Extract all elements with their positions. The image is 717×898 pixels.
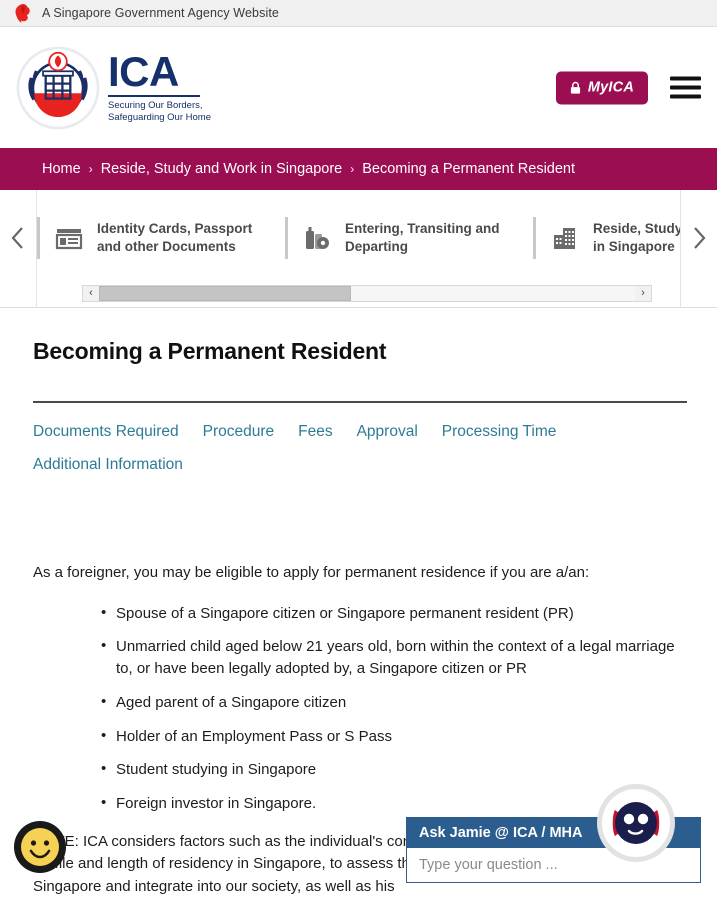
- anchor-link-approval[interactable]: Approval: [357, 423, 418, 441]
- site-header: ICA Securing Our Borders, Safeguarding O…: [0, 27, 717, 148]
- anchor-link-fees[interactable]: Fees: [298, 423, 332, 441]
- hamburger-bar: [670, 85, 701, 90]
- carousel-item-label-line2: in Singapore: [593, 239, 675, 254]
- anchor-link-additional-information[interactable]: Additional Information: [33, 456, 183, 474]
- chevron-right-icon: [694, 227, 706, 249]
- list-item: Unmarried child aged below 21 years old,…: [101, 635, 676, 680]
- hamburger-bar: [670, 76, 701, 81]
- page-title: Becoming a Permanent Resident: [33, 338, 387, 364]
- carousel-item-label-line1: Reside, Study and Work: [593, 220, 681, 236]
- id-card-icon: [54, 223, 84, 253]
- scrollbar-right-arrow-icon[interactable]: ›: [635, 288, 651, 299]
- breadcrumb-separator-icon: ›: [350, 162, 355, 176]
- category-carousel: Identity Cards, Passport and other Docum…: [0, 190, 717, 308]
- carousel-item-reside-study-work[interactable]: Reside, Study and Work in Singapore: [533, 217, 681, 259]
- building-icon: [550, 223, 580, 253]
- government-banner-text: A Singapore Government Agency Website: [42, 6, 279, 20]
- ica-wordmark-text: ICA: [108, 48, 179, 96]
- list-item: Holder of an Employment Pass or S Pass: [101, 725, 676, 748]
- carousel-scrollbar[interactable]: ‹ ›: [82, 285, 652, 302]
- eligibility-list: Spouse of a Singapore citizen or Singapo…: [33, 602, 687, 815]
- lock-icon: [570, 81, 580, 94]
- carousel-viewport: Identity Cards, Passport and other Docum…: [36, 190, 681, 308]
- scrollbar-track[interactable]: [99, 286, 635, 301]
- header-actions: MyICA: [555, 71, 701, 104]
- list-item: Aged parent of a Singapore citizen: [101, 691, 676, 714]
- carousel-next-button[interactable]: [681, 190, 717, 286]
- list-item: Spouse of a Singapore citizen or Singapo…: [101, 602, 676, 625]
- robot-avatar-icon: [612, 802, 660, 844]
- ica-tagline-line1: Securing Our Borders,: [108, 100, 203, 112]
- list-item: Foreign investor in Singapore.: [101, 792, 676, 815]
- smiley-face-icon: [21, 828, 59, 866]
- carousel-item-label: Identity Cards, Passport and other Docum…: [97, 220, 252, 256]
- ica-wordmark: ICA Securing Our Borders, Safeguarding O…: [108, 48, 211, 124]
- carousel-item-label-line2: Departing: [345, 239, 409, 254]
- carousel-item-label: Entering, Transiting and Departing: [345, 220, 500, 256]
- myica-button[interactable]: MyICA: [555, 71, 648, 104]
- hamburger-menu-icon[interactable]: [670, 76, 701, 99]
- carousel-item-identity-cards[interactable]: Identity Cards, Passport and other Docum…: [37, 217, 285, 259]
- wordmark-divider: [108, 95, 200, 98]
- carousel-item-label: Reside, Study and Work in Singapore: [593, 220, 681, 256]
- luggage-icon: [302, 223, 332, 253]
- anchor-link-list: Documents Required Procedure Fees Approv…: [33, 423, 593, 474]
- myica-button-label: MyICA: [587, 79, 634, 96]
- carousel-item-label-line1: Entering, Transiting and: [345, 220, 500, 236]
- scrollbar-thumb[interactable]: [99, 286, 351, 301]
- anchor-link-procedure[interactable]: Procedure: [203, 423, 275, 441]
- hamburger-bar: [670, 94, 701, 99]
- intro-paragraph: As a foreigner, you may be eligible to a…: [33, 564, 590, 581]
- government-banner: A Singapore Government Agency Website: [0, 0, 717, 27]
- breadcrumb-separator-icon: ›: [88, 162, 93, 176]
- breadcrumb-item-reside-study-work[interactable]: Reside, Study and Work in Singapore: [101, 161, 343, 177]
- chatbot-widget: Ask Jamie @ ICA / MHA: [407, 784, 700, 882]
- ica-crest-icon: [16, 46, 100, 129]
- ica-logo[interactable]: ICA Securing Our Borders, Safeguarding O…: [14, 44, 211, 132]
- feedback-button[interactable]: [14, 821, 66, 873]
- singapore-lion-head-icon: [15, 4, 30, 23]
- scrollbar-left-arrow-icon[interactable]: ‹: [83, 288, 99, 299]
- carousel-item-entering-transiting[interactable]: Entering, Transiting and Departing: [285, 217, 533, 259]
- ica-tagline-line2: Safeguarding Our Home: [108, 112, 211, 124]
- carousel-prev-button[interactable]: [0, 190, 36, 286]
- breadcrumb-item-current[interactable]: Becoming a Permanent Resident: [362, 161, 575, 177]
- breadcrumb-item-home[interactable]: Home: [42, 161, 81, 177]
- breadcrumb: Home › Reside, Study and Work in Singapo…: [0, 148, 717, 190]
- carousel-item-label-line1: Identity Cards, Passport: [97, 220, 253, 236]
- chatbot-avatar[interactable]: [597, 784, 675, 862]
- carousel-item-label-line2: and other Documents: [97, 239, 236, 254]
- content-divider: [33, 401, 687, 403]
- list-item: Student studying in Singapore: [101, 758, 676, 781]
- carousel-track: Identity Cards, Passport and other Docum…: [37, 190, 680, 286]
- anchor-link-processing-time[interactable]: Processing Time: [442, 423, 557, 441]
- anchor-link-documents-required[interactable]: Documents Required: [33, 423, 179, 441]
- chevron-left-icon: [11, 227, 23, 249]
